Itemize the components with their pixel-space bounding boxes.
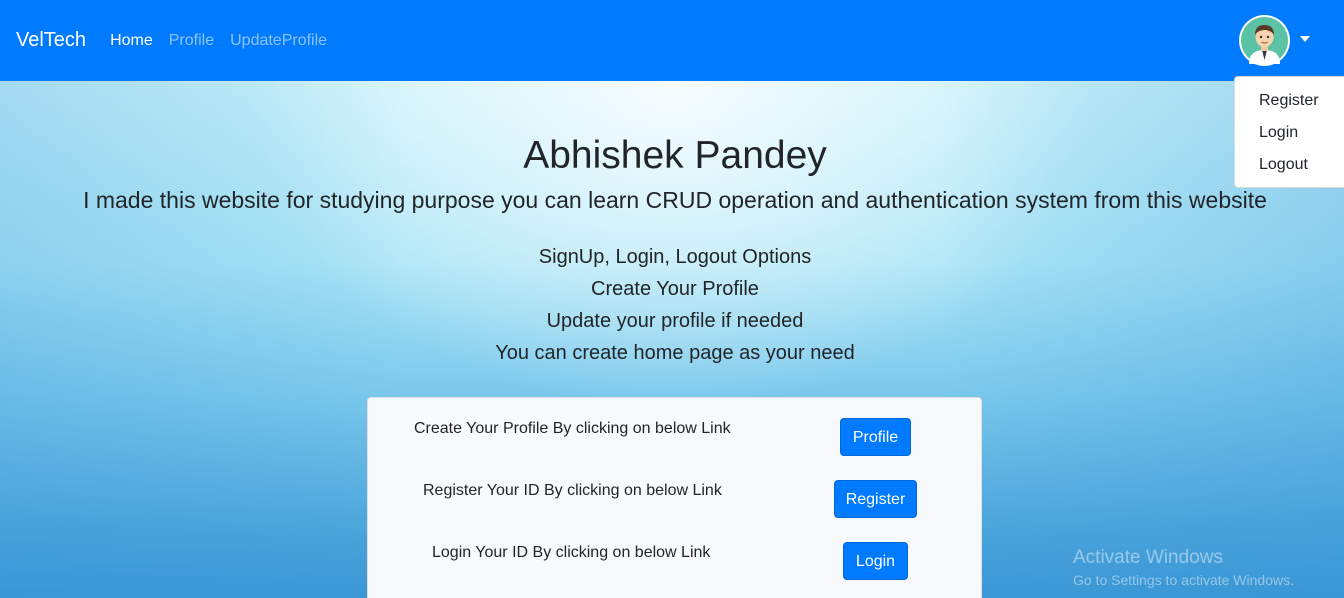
links-card: Create Your Profile By clicking on below…	[367, 397, 982, 598]
page-title: Abhishek Pandey	[523, 134, 827, 177]
feature-item: Update your profile if needed	[546, 310, 804, 332]
register-button[interactable]: Register	[834, 480, 917, 518]
brand-logo[interactable]: VelTech	[16, 29, 86, 52]
nav-link-update-profile[interactable]: UpdateProfile	[230, 32, 327, 50]
card-row-text: Login Your ID By clicking on below Link	[432, 544, 711, 561]
card-row-text: Register Your ID By clicking on below Li…	[423, 482, 722, 499]
nav-link-home[interactable]: Home	[110, 32, 153, 50]
feature-item: You can create home page as your need	[495, 342, 855, 364]
feature-item: SignUp, Login, Logout Options	[538, 246, 812, 268]
dropdown-item-login[interactable]: Login	[1235, 117, 1344, 149]
login-button[interactable]: Login	[843, 542, 908, 580]
windows-activation-subtitle: Go to Settings to activate Windows.	[1073, 572, 1294, 588]
profile-button[interactable]: Profile	[840, 418, 911, 456]
user-menu-toggle[interactable]	[1239, 15, 1310, 66]
nav-link-profile[interactable]: Profile	[169, 32, 214, 50]
dropdown-item-logout[interactable]: Logout	[1235, 149, 1344, 181]
feature-item: Create Your Profile	[591, 278, 759, 300]
user-avatar-icon	[1241, 17, 1288, 64]
chevron-down-icon	[1300, 35, 1310, 42]
dropdown-item-register[interactable]: Register	[1235, 85, 1344, 117]
user-dropdown-menu: Register Login Logout	[1234, 76, 1344, 188]
navbar: VelTech Home Profile UpdateProfile	[0, 0, 1344, 81]
page-subtitle: I made this website for studying purpose…	[83, 187, 1267, 213]
windows-activation-title: Activate Windows	[1073, 547, 1223, 568]
card-row-text: Create Your Profile By clicking on below…	[414, 420, 731, 437]
avatar	[1239, 15, 1290, 66]
